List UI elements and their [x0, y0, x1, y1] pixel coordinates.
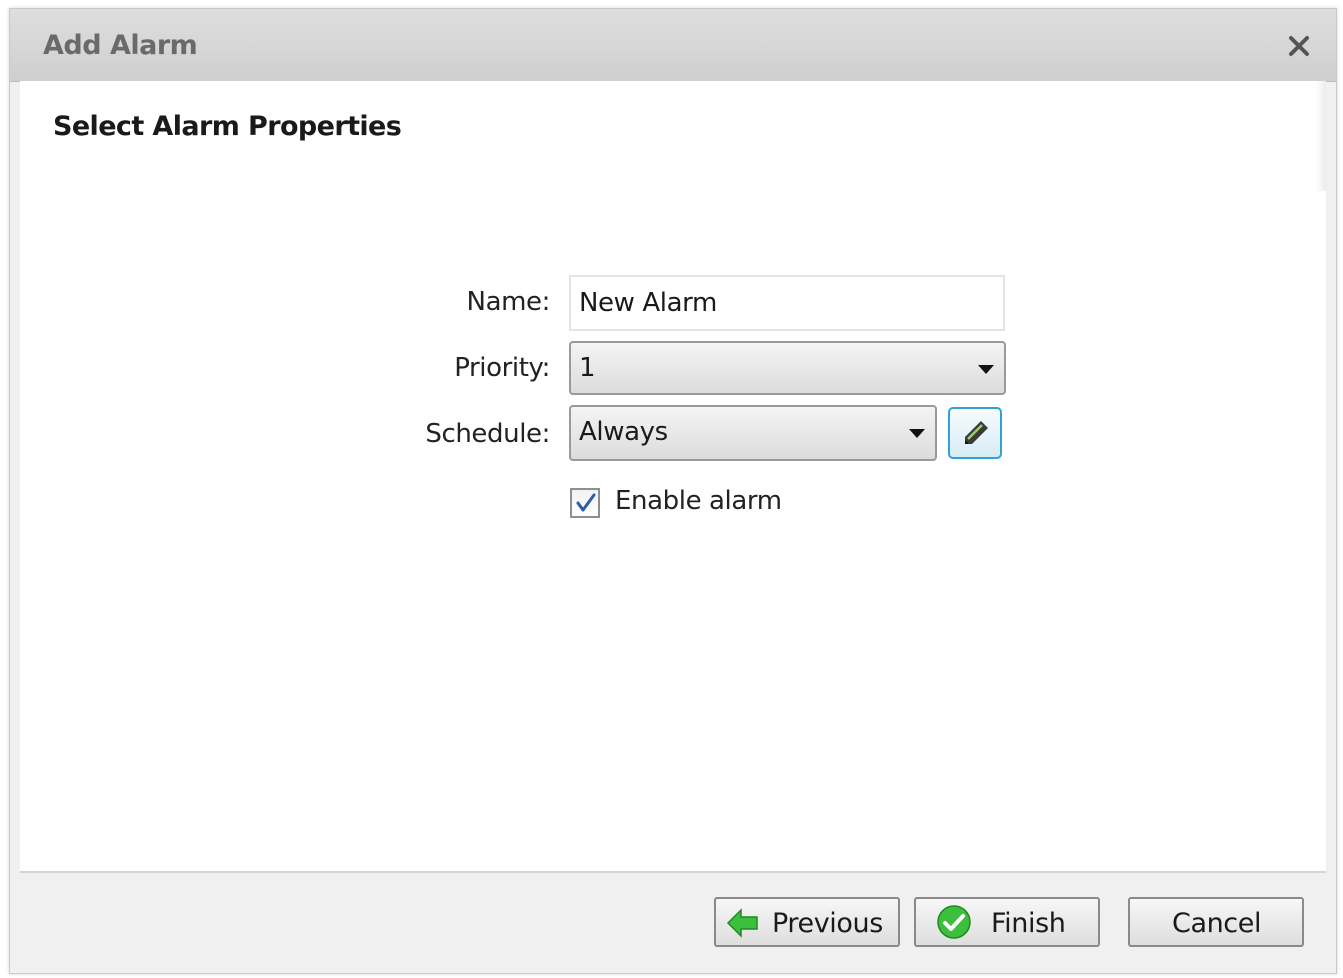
cancel-button-label: Cancel	[1172, 908, 1262, 939]
schedule-label: Schedule:	[425, 419, 550, 449]
previous-button-label: Previous	[772, 908, 883, 939]
pencil-icon	[965, 421, 988, 444]
green-check-icon	[937, 905, 971, 939]
section-title: Select Alarm Properties	[53, 111, 402, 142]
enable-alarm-checkbox[interactable]	[570, 488, 600, 518]
close-button[interactable]	[1284, 31, 1314, 61]
footer-divider	[20, 871, 1326, 873]
priority-select[interactable]: 1	[569, 341, 1006, 395]
dialog-title: Add Alarm	[43, 30, 198, 61]
name-input[interactable]	[569, 275, 1005, 331]
chevron-down-icon	[909, 429, 925, 438]
dialog-titlebar: Add Alarm	[10, 9, 1336, 82]
finish-button[interactable]: Finish	[914, 897, 1100, 947]
finish-button-label: Finish	[991, 908, 1066, 939]
previous-button[interactable]: Previous	[714, 897, 900, 947]
close-icon	[1289, 36, 1309, 56]
enable-alarm-label[interactable]: Enable alarm	[615, 486, 782, 516]
schedule-select-value: Always	[579, 417, 668, 447]
priority-label: Priority:	[454, 353, 550, 383]
scrollbar[interactable]	[1316, 81, 1326, 191]
checkmark-icon	[576, 493, 596, 512]
schedule-select[interactable]: Always	[569, 405, 937, 461]
chevron-down-icon	[978, 365, 994, 374]
cancel-button[interactable]: Cancel	[1128, 897, 1304, 947]
add-alarm-dialog: Add Alarm Select Alarm Properties Name: …	[9, 8, 1337, 974]
dialog-content: Select Alarm Properties Name: Priority: …	[20, 81, 1326, 871]
priority-select-value: 1	[579, 353, 596, 383]
green-left-arrow-icon	[726, 908, 758, 938]
name-label: Name:	[466, 287, 551, 317]
edit-schedule-button[interactable]	[948, 407, 1002, 459]
